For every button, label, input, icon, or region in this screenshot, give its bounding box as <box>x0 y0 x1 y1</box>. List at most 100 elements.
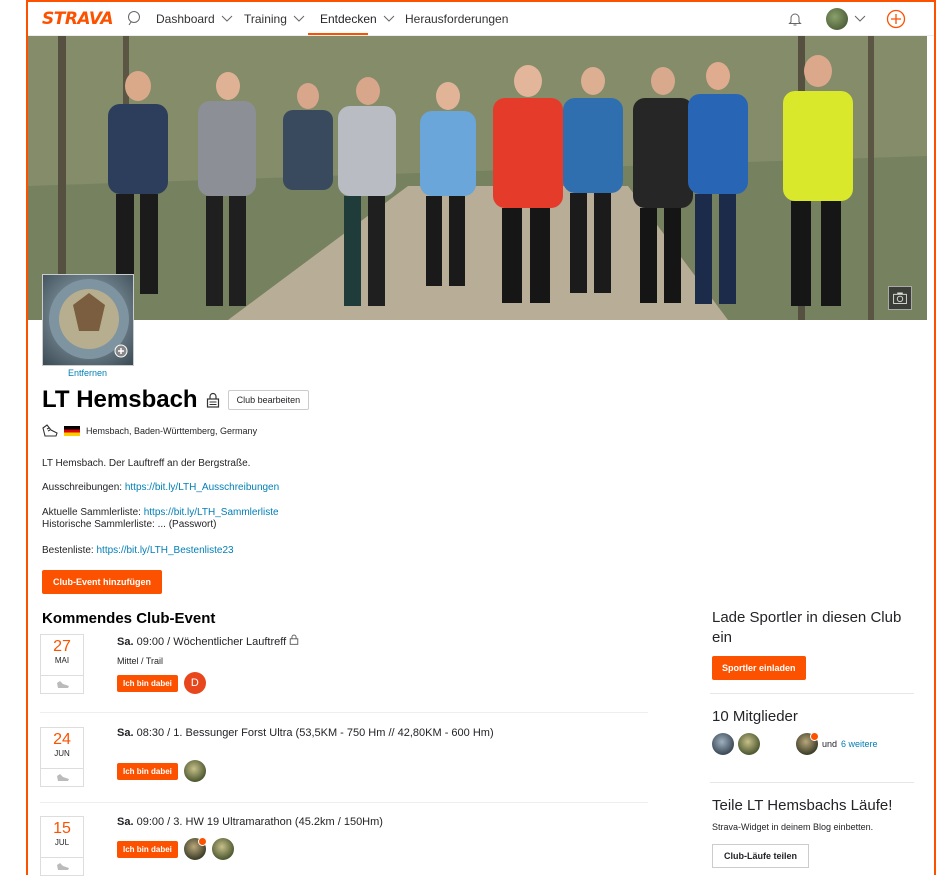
user-avatar[interactable] <box>826 8 848 30</box>
club-title-row: LT Hemsbach Club bearbeiten <box>42 386 310 414</box>
rsvp-button[interactable]: Ich bin dabei <box>117 762 178 780</box>
historic-list-text: Historische Sammlerliste: ... (Passwort) <box>42 519 217 530</box>
sammlerliste-link[interactable]: https://bit.ly/LTH_Sammlerliste <box>144 507 279 518</box>
event-weekday: Sa. <box>117 727 134 739</box>
ausschreibungen-link[interactable]: https://bit.ly/LTH_Ausschreibungen <box>125 482 279 493</box>
nav-dashboard[interactable]: Dashboard <box>156 12 233 26</box>
search-icon[interactable] <box>126 10 142 26</box>
club-link-ausschreibungen: Ausschreibungen: https://bit.ly/LTH_Auss… <box>42 482 279 494</box>
nav-training-label: Training <box>244 12 287 26</box>
attendee-avatar[interactable]: D <box>183 672 206 694</box>
add-club-event-button[interactable]: Club-Event hinzufügen <box>42 570 162 594</box>
rsvp-button[interactable]: Ich bin dabei <box>117 674 178 692</box>
share-subtitle: Strava-Widget in deinem Blog einbetten. <box>712 822 874 832</box>
lock-icon <box>290 634 299 645</box>
sidebar-divider <box>710 782 914 783</box>
cover-image-runners <box>28 36 927 320</box>
edit-club-button[interactable]: Club bearbeiten <box>227 390 310 410</box>
event-date: 24 JUN <box>40 727 84 769</box>
camera-icon[interactable] <box>888 286 912 310</box>
shoe-icon <box>57 774 69 781</box>
attendee-avatar[interactable] <box>183 760 206 782</box>
chevron-down-icon <box>293 15 305 22</box>
chevron-down-icon <box>221 15 233 22</box>
event-rsvp: Ich bin dabei D <box>117 672 206 694</box>
event-month: JUN <box>54 749 70 758</box>
germany-flag-icon <box>64 426 80 436</box>
members-avatars: und 6 weitere <box>712 732 914 755</box>
strava-logo[interactable]: STRAVA <box>42 9 114 29</box>
upcoming-events-title: Kommendes Club-Event <box>42 610 216 627</box>
attendee-avatar[interactable] <box>183 837 207 860</box>
rsvp-button[interactable]: Ich bin dabei <box>117 840 178 858</box>
event-day: 27 <box>53 638 71 655</box>
remove-logo-link[interactable]: Entfernen <box>68 368 107 378</box>
member-avatar[interactable] <box>738 733 760 755</box>
event-month: MAI <box>54 656 70 665</box>
share-club-runs-button[interactable]: Club-Läufe teilen <box>712 844 810 868</box>
event-weekday: Sa. <box>117 816 134 828</box>
chevron-down-icon[interactable] <box>854 15 866 23</box>
club-location: Hemsbach, Baden-Württemberg, Germany <box>86 426 258 436</box>
club-cover-photo <box>28 36 927 320</box>
more-members-link[interactable]: 6 weitere <box>841 739 878 749</box>
event-day: 15 <box>53 820 71 837</box>
club-logo-image <box>49 279 129 359</box>
event-subtitle: Mittel / Trail <box>117 656 164 666</box>
members-more-prefix: und <box>822 739 838 749</box>
event-info: Sa. 09:00 / Wöchentlicher Lauftreff Mitt… <box>117 634 497 668</box>
members-panel: 10 Mitglieder und 6 weitere <box>712 707 914 755</box>
nav-active-indicator <box>308 33 368 35</box>
nav-herausforderungen[interactable]: Herausforderungen <box>405 12 508 26</box>
club-link-sammlerliste: Aktuelle Sammlerliste: https://bit.ly/LT… <box>42 507 279 519</box>
event-info: Sa. 09:00 / 3. HW 19 Ultramarathon (45.2… <box>117 816 497 829</box>
event-sport <box>40 858 84 876</box>
event-info: Sa. 08:30 / 1. Bessunger Forst Ultra (53… <box>117 727 497 740</box>
event-title[interactable]: 08:30 / 1. Bessunger Forst Ultra (53,5KM… <box>137 727 494 739</box>
chevron-down-icon <box>383 15 395 22</box>
attendee-avatar[interactable] <box>211 838 234 860</box>
nav-entdecken[interactable]: Entdecken <box>320 12 395 26</box>
event-day: 24 <box>53 731 71 748</box>
invite-athletes-button[interactable]: Sportler einladen <box>712 656 806 680</box>
event-divider <box>40 712 648 713</box>
nav-dashboard-label: Dashboard <box>156 12 215 26</box>
event-date: 15 JUL <box>40 816 84 858</box>
nav-training[interactable]: Training <box>244 12 305 26</box>
member-avatar[interactable] <box>796 732 819 755</box>
lock-icon <box>206 392 219 408</box>
event-weekday: Sa. <box>117 636 134 648</box>
bestenliste-link[interactable]: https://bit.ly/LTH_Bestenliste23 <box>96 545 233 556</box>
invite-panel: Lade Sportler in diesen Club ein Sportle… <box>712 608 914 680</box>
upload-plus-icon[interactable] <box>886 9 906 29</box>
nav-herausforderungen-label: Herausforderungen <box>405 12 509 26</box>
top-nav: STRAVA Dashboard Training Entdecken Hera… <box>28 2 934 36</box>
shoe-icon <box>57 863 69 870</box>
share-title: Teile LT Hemsbachs Läufe! <box>712 797 893 814</box>
share-panel: Teile LT Hemsbachs Läufe! Strava-Widget … <box>712 796 914 868</box>
nav-entdecken-label: Entdecken <box>320 12 377 26</box>
event-sport <box>40 769 84 787</box>
event-rsvp: Ich bin dabei <box>117 837 234 860</box>
sidebar-divider <box>710 693 914 694</box>
event-title[interactable]: 09:00 / 3. HW 19 Ultramarathon (45.2km /… <box>137 816 383 828</box>
event-divider <box>40 802 648 803</box>
event-date: 27 MAI <box>40 634 84 676</box>
club-description: LT Hemsbach. Der Lauftreff an der Bergst… <box>42 458 251 469</box>
event-rsvp: Ich bin dabei <box>117 760 206 782</box>
club-link-bestenliste: Bestenliste: https://bit.ly/LTH_Bestenli… <box>42 545 234 557</box>
club-name: LT Hemsbach <box>42 386 198 413</box>
event-title[interactable]: 09:00 / Wöchentlicher Lauftreff <box>137 636 287 648</box>
members-title[interactable]: 10 Mitglieder <box>712 707 914 727</box>
link-label: Aktuelle Sammlerliste: <box>42 507 141 518</box>
club-logo[interactable] <box>42 274 134 366</box>
member-avatar[interactable] <box>712 733 734 755</box>
bell-icon[interactable] <box>788 11 802 27</box>
link-label: Ausschreibungen: <box>42 482 123 493</box>
event-month: JUL <box>54 838 70 847</box>
invite-title: Lade Sportler in diesen Club ein <box>712 609 902 646</box>
link-label: Bestenliste: <box>42 545 94 556</box>
shoe-icon <box>57 681 69 688</box>
club-meta: Hemsbach, Baden-Württemberg, Germany <box>42 424 257 438</box>
running-shoe-icon <box>42 424 58 437</box>
